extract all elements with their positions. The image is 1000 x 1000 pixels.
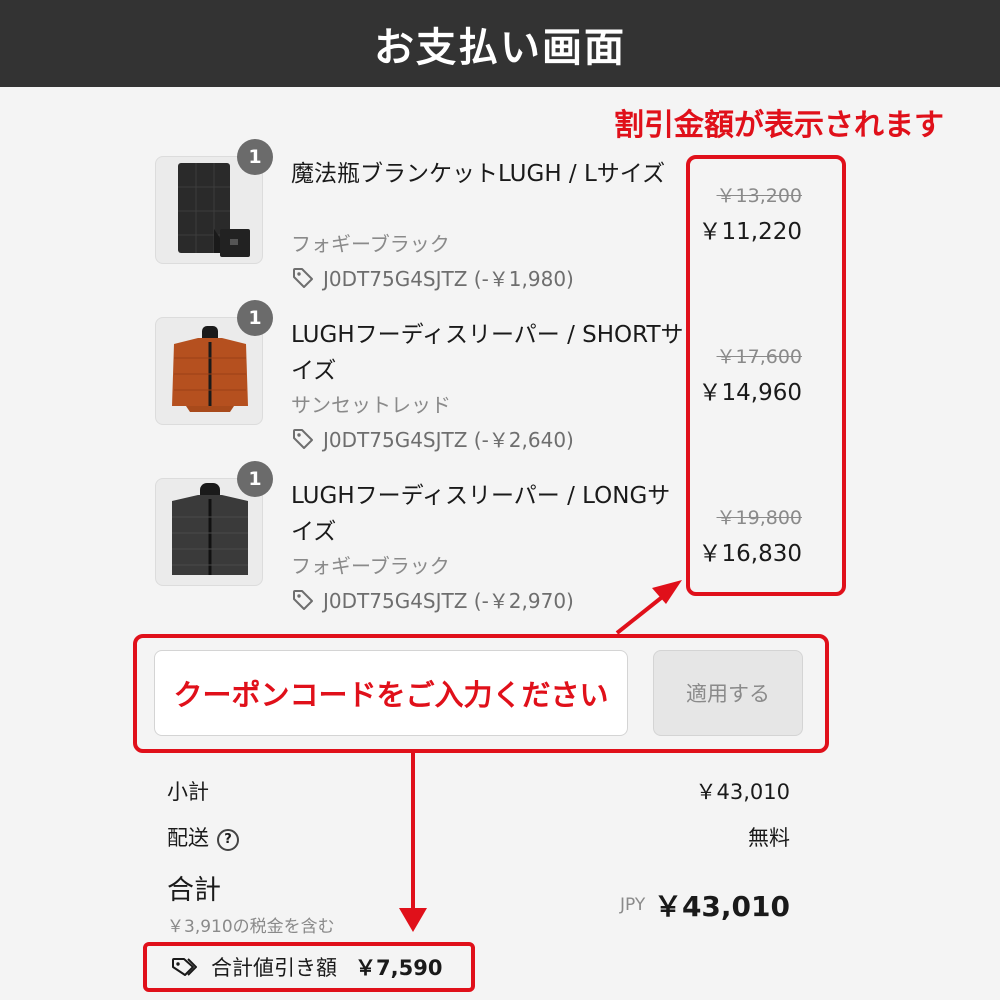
quantity-badge: 1 xyxy=(237,461,273,497)
tag-icon xyxy=(293,267,313,288)
product-variant: フォギーブラック xyxy=(291,554,450,578)
coupon-code-text: J0DT75G4SJTZ (-￥1,980) xyxy=(323,267,574,291)
question-circle-icon[interactable]: ? xyxy=(217,828,239,851)
quantity-badge: 1 xyxy=(237,139,273,175)
total-label: 合計 xyxy=(167,875,221,906)
subtotal-label: 小計 xyxy=(167,780,209,804)
product-name: LUGHフーディスリーパー / LONGサイズ xyxy=(291,483,671,545)
shipping-label: 配送 xyxy=(167,826,209,850)
tag-icon xyxy=(293,428,313,449)
coupon-code-text: J0DT75G4SJTZ (-￥2,640) xyxy=(323,428,574,452)
shipping-value: 無料 xyxy=(748,826,790,850)
product-variant: フォギーブラック xyxy=(291,232,450,256)
tag-icon xyxy=(293,589,313,610)
page-title: お支払い画面 xyxy=(374,24,626,71)
discount-value: ￥7,590 xyxy=(355,956,443,980)
arrow-to-discount xyxy=(399,753,427,932)
tax-note: ￥3,910の税金を含む xyxy=(167,917,335,937)
shipping-row: 配送? xyxy=(167,822,239,852)
product-variant: サンセットレッド xyxy=(291,393,451,417)
currency-code: JPY xyxy=(620,895,646,915)
applied-coupon: J0DT75G4SJTZ (-￥1,980) xyxy=(291,263,574,292)
coupon-code-text: J0DT75G4SJTZ (-￥2,970) xyxy=(323,589,574,613)
discount-annotation: 割引金額が表示されます xyxy=(614,108,944,143)
page-header: お支払い画面 xyxy=(0,0,1000,87)
applied-coupon: J0DT75G4SJTZ (-￥2,640) xyxy=(291,424,574,453)
tag-icon xyxy=(172,958,197,976)
total-discount-box: 合計値引き額 ￥7,590 xyxy=(143,942,475,992)
discount-label: 合計値引き額 xyxy=(211,956,337,980)
quantity-badge: 1 xyxy=(237,300,273,336)
product-name: 魔法瓶ブランケットLUGH / Lサイズ xyxy=(291,161,666,187)
apply-coupon-button[interactable]: 適用する xyxy=(653,650,803,736)
price-highlight-box xyxy=(686,155,846,596)
coupon-code-input[interactable]: クーポンコードをご入力ください xyxy=(154,650,628,736)
applied-coupon: J0DT75G4SJTZ (-￥2,970) xyxy=(291,585,574,614)
subtotal-value: ￥43,010 xyxy=(695,780,790,804)
product-name: LUGHフーディスリーパー / SHORTサイズ xyxy=(291,322,684,384)
total-value: ￥43,010 xyxy=(653,890,790,923)
